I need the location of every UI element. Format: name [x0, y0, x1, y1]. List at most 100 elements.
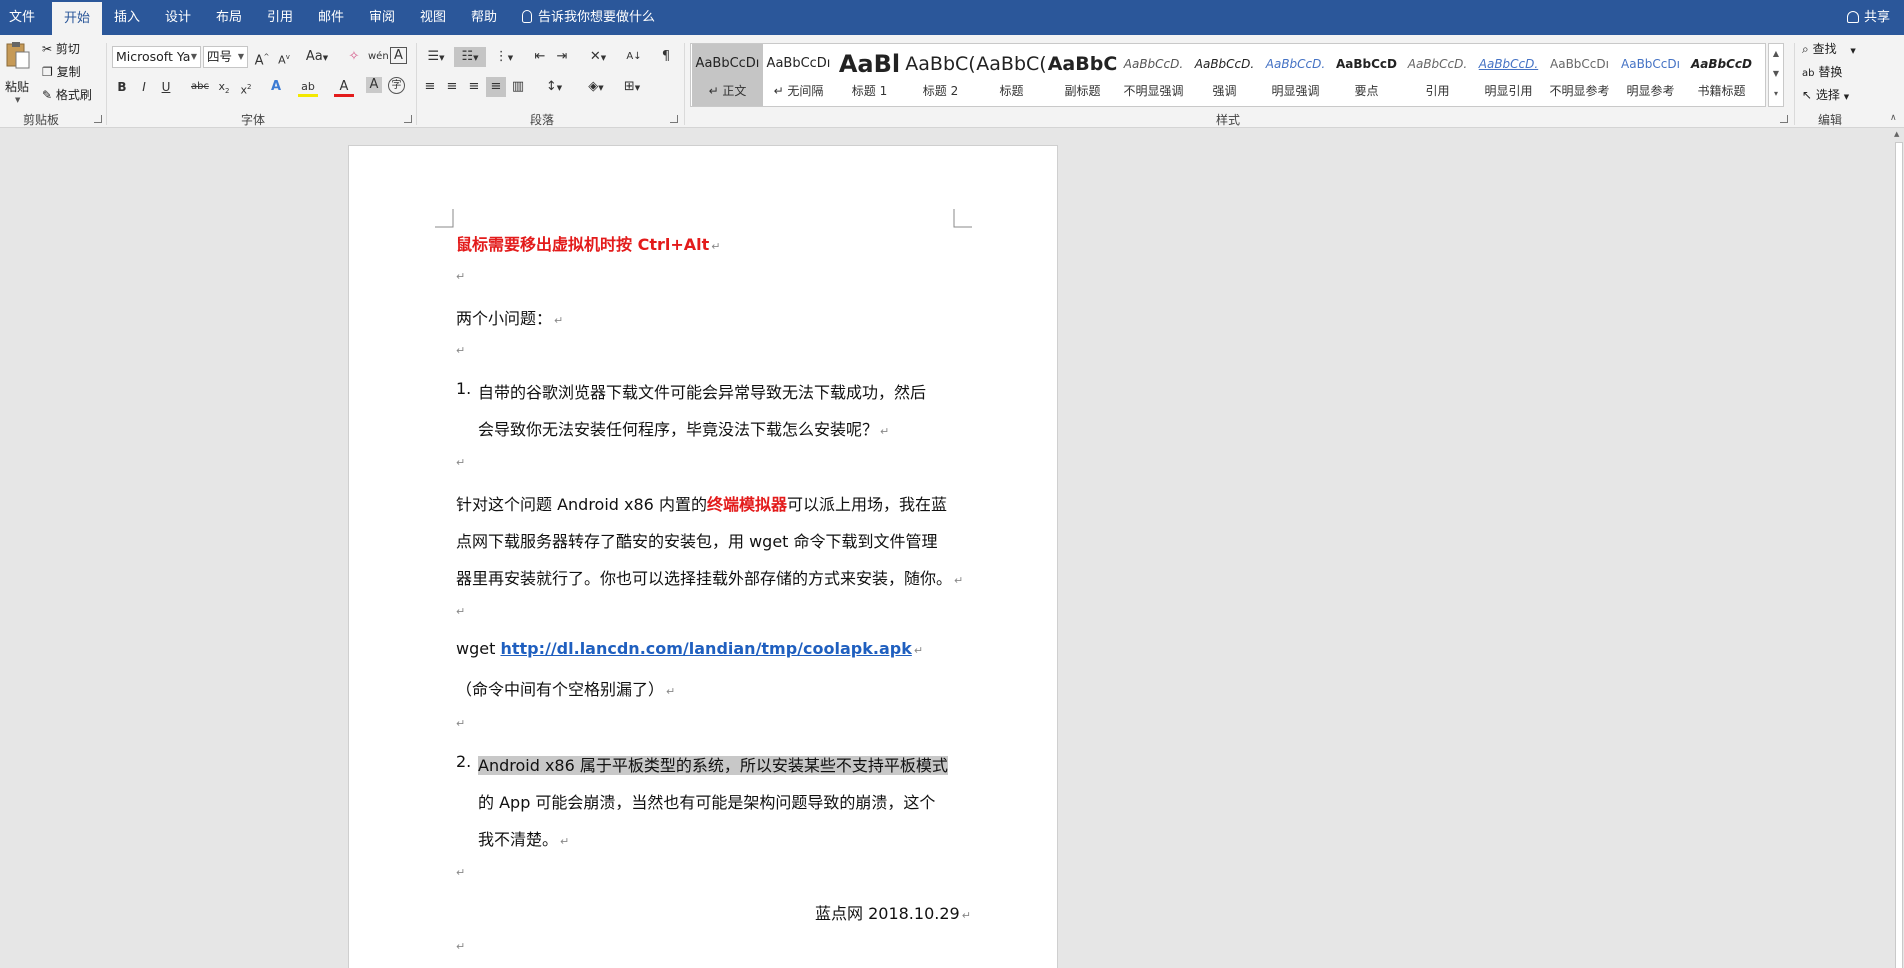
clipboard-group-label: 剪贴板 [22, 113, 59, 127]
justify-icon[interactable]: ≡ [486, 77, 506, 97]
strikethrough-icon[interactable]: abc [190, 77, 210, 97]
bold-icon[interactable]: B [112, 77, 132, 97]
style-subtle-reference[interactable]: AaBbCcDı 不明显参考 [1544, 44, 1615, 106]
align-right-icon[interactable]: ≡ [464, 77, 484, 97]
tab-view[interactable]: 视图 [411, 0, 455, 35]
tab-references[interactable]: 引用 [258, 0, 302, 35]
paragraph-launcher-icon[interactable] [670, 115, 678, 123]
change-case-icon[interactable]: Aa▼ [304, 47, 330, 67]
ribbon-tab-bar: 文件 开始 插入 设计 布局 引用 邮件 审阅 视图 帮助 告诉我你想要做什么 … [0, 0, 1904, 35]
chevron-up-icon[interactable]: ▲ [1894, 130, 1899, 138]
signature-line: 蓝点网 2018.10.29 ↵ [815, 900, 971, 924]
tab-home[interactable]: 开始 [52, 2, 102, 35]
style-sample: AaBbCcDı [695, 56, 760, 71]
tab-review[interactable]: 审阅 [360, 0, 404, 35]
style-strong[interactable]: AaBbCcD 要点 [1331, 44, 1402, 106]
superscript-icon[interactable]: x2 [236, 77, 256, 97]
font-launcher-icon[interactable] [404, 115, 412, 123]
style-normal[interactable]: AaBbCcDı ↵ 正文 [692, 44, 763, 106]
collapse-ribbon-icon[interactable]: ∧ [1890, 113, 1897, 123]
clear-format-icon[interactable]: ✧ [344, 47, 364, 67]
shading-icon[interactable]: ◈▼ [582, 77, 610, 97]
borders-icon[interactable]: ⊞▼ [618, 77, 646, 97]
para-line-b: 点网下载服务器转存了酷安的安装包，用 wget 命令下载到文件管理 [456, 528, 938, 552]
style-no-spacing[interactable]: AaBbCcDı ↵ 无间隔 [763, 44, 834, 106]
highlight-icon[interactable]: ab [298, 77, 318, 97]
download-link[interactable]: http://dl.lancdn.com/landian/tmp/coolapk… [500, 639, 911, 658]
copy-button[interactable]: ❐ 复制 [42, 63, 81, 80]
style-intense-emphasis[interactable]: AaBbCcD. 明显强调 [1260, 44, 1331, 106]
select-button[interactable]: ↖ 选择 ▼ [1802, 86, 1849, 103]
replace-button[interactable]: ab 替换 [1802, 63, 1842, 80]
format-painter-button[interactable]: ✎ 格式刷 [42, 86, 92, 103]
vertical-scrollbar[interactable]: ▲ [1893, 130, 1904, 968]
paste-button[interactable]: 粘贴 ▼ [4, 40, 32, 104]
style-sample: AaBbC( [905, 53, 976, 75]
empty-paragraph: ↵ [454, 712, 465, 731]
tab-help[interactable]: 帮助 [462, 0, 506, 35]
italic-icon[interactable]: I [134, 77, 154, 97]
sort-icon[interactable]: A↓ [624, 47, 644, 67]
empty-paragraph: ↵ [454, 600, 465, 619]
numbering-icon[interactable]: ☷▼ [454, 47, 486, 67]
chinese-layout-icon[interactable]: ✕▼ [584, 47, 612, 67]
tab-file[interactable]: 文件 [0, 0, 44, 35]
multilevel-list-icon[interactable]: ⋮▼ [490, 47, 518, 67]
paragraph-mark: ↵ [961, 909, 971, 922]
scrollbar-thumb[interactable] [1895, 142, 1903, 968]
style-subtitle[interactable]: AaBbC 副标题 [1047, 44, 1118, 106]
chevron-down-icon: ▼ [1850, 47, 1856, 55]
more-icon[interactable]: ▾ [1769, 84, 1783, 104]
show-marks-icon[interactable]: ¶ [656, 47, 676, 67]
decrease-indent-icon[interactable]: ⇤ [530, 47, 550, 67]
font-size-select[interactable]: 四号 ▼ [203, 46, 248, 68]
font-color-icon[interactable]: A [334, 77, 354, 97]
style-heading-1[interactable]: AaBl 标题 1 [834, 44, 905, 106]
document-page[interactable]: 鼠标需要移出虚拟机时按 Ctrl+Alt ↵ ↵ 两个小问题： ↵ ↵ 1. 自带的… [348, 145, 1058, 968]
styles-gallery-scroll[interactable]: ▲ ▼ ▾ [1768, 43, 1784, 107]
find-button[interactable]: ⌕ 查找 ▼ [1802, 40, 1856, 57]
align-left-icon[interactable]: ≡ [420, 77, 440, 97]
subscript-icon[interactable]: x2 [214, 77, 234, 97]
style-intense-quote[interactable]: AaBbCcD. 明显引用 [1473, 44, 1544, 106]
tell-me-box[interactable]: 告诉我你想要做什么 [522, 0, 655, 35]
style-heading-2[interactable]: AaBbC( 标题 2 [905, 44, 976, 106]
text-effects-icon[interactable]: A [266, 77, 286, 97]
enclose-char-icon[interactable]: 字 [388, 77, 405, 94]
bullets-icon[interactable]: ☰▼ [422, 47, 450, 67]
grow-font-icon[interactable]: A^ [252, 47, 272, 68]
share-button[interactable]: 共享 [1846, 0, 1890, 35]
chevron-down-icon[interactable]: ▼ [15, 96, 20, 104]
underline-icon[interactable]: U [156, 77, 176, 97]
style-intense-reference[interactable]: AaBbCcDı 明显参考 [1615, 44, 1686, 106]
shrink-font-icon[interactable]: Av [274, 47, 294, 67]
char-border-icon[interactable]: A [390, 47, 407, 64]
font-family-select[interactable]: Microsoft Ya ▼ [112, 46, 201, 68]
tab-layout[interactable]: 布局 [207, 0, 251, 35]
phonetic-guide-icon[interactable]: wén [368, 47, 389, 67]
style-title[interactable]: AaBbC( 标题 [976, 44, 1047, 106]
style-book-title[interactable]: AaBbCcD 书籍标题 [1686, 44, 1757, 106]
align-center-icon[interactable]: ≡ [442, 77, 462, 97]
line-spacing-icon[interactable]: ↕▼ [540, 77, 568, 97]
increase-indent-icon[interactable]: ⇥ [552, 47, 572, 67]
font-group-label: 字体 [240, 113, 265, 127]
tab-design[interactable]: 设计 [156, 0, 200, 35]
style-emphasis[interactable]: AaBbCcD. 强调 [1189, 44, 1260, 106]
style-subtle-emphasis[interactable]: AaBbCcD. 不明显强调 [1118, 44, 1189, 106]
paragraph-mark: ↵ [456, 270, 466, 283]
tab-mailings[interactable]: 邮件 [309, 0, 353, 35]
tab-insert[interactable]: 插入 [105, 0, 149, 35]
chevron-down-icon[interactable]: ▼ [1769, 64, 1783, 84]
style-quote[interactable]: AaBbCcD. 引用 [1402, 44, 1473, 106]
cut-button[interactable]: ✂ 剪切 [42, 40, 80, 57]
paragraph-mark: ↵ [880, 425, 890, 438]
styles-launcher-icon[interactable] [1780, 115, 1788, 123]
chevron-up-icon[interactable]: ▲ [1769, 44, 1783, 64]
clipboard-launcher-icon[interactable] [94, 115, 102, 123]
distributed-icon[interactable]: ▥ [508, 77, 528, 97]
style-sample: AaBbCcD. [1478, 57, 1539, 71]
selected-text: Android x86 属于平板类型的系统，所以安装某些不支持平板模式 [478, 756, 948, 775]
style-name: ↵ 无间隔 [773, 84, 824, 98]
char-shading-icon[interactable]: A [366, 77, 382, 93]
